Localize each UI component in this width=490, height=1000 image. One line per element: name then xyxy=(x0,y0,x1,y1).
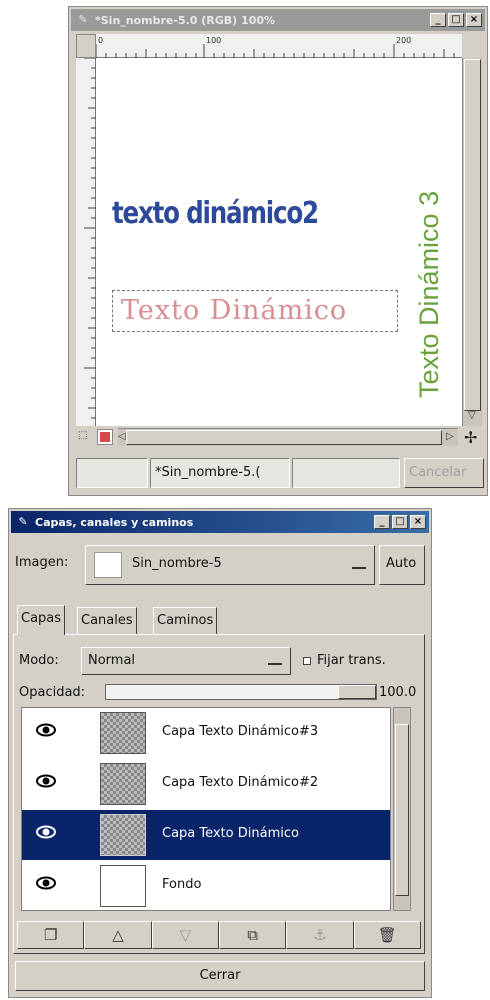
duplicate-icon: ⧉ xyxy=(247,926,258,944)
ruler-label-100: 100 xyxy=(206,36,222,45)
dialog-close-button[interactable]: × xyxy=(410,515,426,529)
image-select[interactable]: Sin_nombre-5 xyxy=(85,545,375,585)
status-progress xyxy=(292,458,400,488)
opacity-label: Opacidad: xyxy=(19,685,86,700)
lock-transparency-label: Fijar trans. xyxy=(317,653,386,668)
close-dialog-button[interactable]: Cerrar xyxy=(15,961,425,991)
image-window-titlebar[interactable]: ✎ *Sin_nombre-5.0 (RGB) 100% _ □ × xyxy=(71,9,485,31)
trash-icon: 🗑 xyxy=(377,926,397,944)
layers-dialog-title: Capas, canales y caminos xyxy=(35,515,194,529)
raise-arrow-icon: △ xyxy=(112,926,124,944)
layers-dialog: ✎ Capas, canales y caminos _ □ × Imagen:… xyxy=(8,508,432,998)
raise-layer-button[interactable]: △ xyxy=(84,921,152,949)
image-thumbnail xyxy=(94,552,122,578)
opacity-slider[interactable] xyxy=(105,684,377,700)
tab-canales[interactable]: Canales xyxy=(77,607,137,635)
layers-scrollbar[interactable] xyxy=(393,707,411,911)
vertical-scrollbar-thumb[interactable] xyxy=(464,59,481,411)
opacity-value: 100.0 xyxy=(379,685,417,700)
layers-list[interactable]: Capa Texto Dinámico#3 Capa Texto Dinámic… xyxy=(21,707,391,911)
ruler-label-200: 200 xyxy=(396,36,412,45)
tab-capas[interactable]: Capas xyxy=(17,605,66,635)
visibility-eye-icon[interactable] xyxy=(36,876,56,890)
tab-caminos[interactable]: Caminos xyxy=(153,607,218,635)
new-layer-icon: ❐ xyxy=(43,926,58,944)
image-select-value: Sin_nombre-5 xyxy=(132,556,222,571)
layer-name[interactable]: Capa Texto Dinámico#2 xyxy=(162,775,318,790)
visibility-eye-icon[interactable] xyxy=(36,825,56,839)
ruler-corner-button[interactable] xyxy=(76,34,96,58)
layer-row[interactable]: Capa Texto Dinámico#2 xyxy=(22,759,390,809)
minimize-button[interactable]: _ xyxy=(430,13,446,27)
layer-thumbnail xyxy=(100,814,146,856)
quickmask-on-icon[interactable] xyxy=(97,429,113,445)
mode-select-value: Normal xyxy=(88,653,136,668)
lock-transparency-checkbox[interactable] xyxy=(303,657,311,665)
delete-layer-button[interactable]: 🗑 xyxy=(353,921,421,949)
pointer-coordinates xyxy=(76,458,148,488)
anchor-icon: ⚓ xyxy=(313,926,327,944)
layer-thumbnail xyxy=(100,763,146,805)
auto-button-label: Auto xyxy=(386,556,417,571)
maximize-button[interactable]: □ xyxy=(448,13,464,27)
lower-layer-button[interactable]: ▽ xyxy=(151,921,219,949)
vertical-scrollbar[interactable]: ▽ xyxy=(462,58,482,426)
cancel-button[interactable]: Cancelar xyxy=(404,458,484,488)
text-layer-2[interactable]: texto dinámico2 xyxy=(112,196,319,231)
gimp-icon: ✎ xyxy=(78,13,88,26)
ruler-label-0: 0 xyxy=(98,36,104,45)
opacity-slider-handle[interactable] xyxy=(338,685,376,699)
layer-row[interactable]: Capa Texto Dinámico#3 xyxy=(22,708,390,758)
visibility-eye-icon[interactable] xyxy=(36,723,56,737)
layers-scrollbar-thumb[interactable] xyxy=(395,724,409,896)
layer-name[interactable]: Fondo xyxy=(162,877,201,892)
text-layer-1[interactable]: Texto Dinámico xyxy=(121,295,347,326)
scroll-down-arrow-icon[interactable]: ▽ xyxy=(468,410,476,421)
chevron-down-icon xyxy=(268,657,282,665)
vertical-ruler-ticks xyxy=(84,58,96,419)
auto-button[interactable]: Auto xyxy=(379,545,425,585)
navigate-icon[interactable]: ✢ xyxy=(464,428,477,447)
duplicate-layer-button[interactable]: ⧉ xyxy=(218,921,287,949)
status-filename: *Sin_nombre-5.( xyxy=(150,458,290,488)
image-window-title: *Sin_nombre-5.0 (RGB) 100% xyxy=(95,13,276,27)
layer-row-selected[interactable]: Capa Texto Dinámico xyxy=(22,810,390,860)
horizontal-ruler[interactable]: 0 100 200 xyxy=(96,34,462,58)
scroll-right-arrow-icon[interactable]: ▷ xyxy=(446,431,454,442)
layers-dialog-titlebar[interactable]: ✎ Capas, canales y caminos _ □ × xyxy=(11,511,429,533)
active-text-layer-boundary[interactable]: Texto Dinámico xyxy=(112,290,398,332)
vertical-ruler[interactable] xyxy=(76,58,96,426)
anchor-layer-button[interactable]: ⚓ xyxy=(286,921,354,949)
dialog-minimize-button[interactable]: _ xyxy=(374,515,390,529)
image-label: Imagen: xyxy=(15,555,69,570)
horizontal-scrollbar-thumb[interactable] xyxy=(126,430,442,445)
horizontal-scrollbar[interactable]: ◁ ▷ xyxy=(118,428,458,446)
layers-toolbar: ❐ △ ▽ ⧉ ⚓ 🗑 xyxy=(17,921,421,949)
scroll-left-arrow-icon[interactable]: ◁ xyxy=(118,431,126,442)
layer-name[interactable]: Capa Texto Dinámico#3 xyxy=(162,724,318,739)
quickmask-area: ⬚ xyxy=(76,428,118,446)
close-button[interactable]: × xyxy=(466,13,482,27)
dialog-maximize-button[interactable]: □ xyxy=(392,515,408,529)
dialog-icon: ✎ xyxy=(18,515,28,528)
layer-thumbnail xyxy=(100,712,146,754)
quickmask-off-icon[interactable]: ⬚ xyxy=(78,430,87,441)
mode-select[interactable]: Normal xyxy=(81,647,291,675)
visibility-eye-icon[interactable] xyxy=(36,774,56,788)
layer-row[interactable]: Fondo xyxy=(22,861,390,910)
chevron-down-icon xyxy=(352,561,366,569)
lower-arrow-icon: ▽ xyxy=(179,926,192,944)
mode-label: Modo: xyxy=(19,653,59,668)
layer-thumbnail xyxy=(100,865,146,907)
image-canvas[interactable]: texto dinámico2 Texto Dinámico Texto Din… xyxy=(96,58,462,426)
new-layer-button[interactable]: ❐ xyxy=(17,921,85,949)
layer-name[interactable]: Capa Texto Dinámico xyxy=(162,826,299,841)
text-layer-3[interactable]: Texto Dinámico 3 xyxy=(414,191,445,398)
